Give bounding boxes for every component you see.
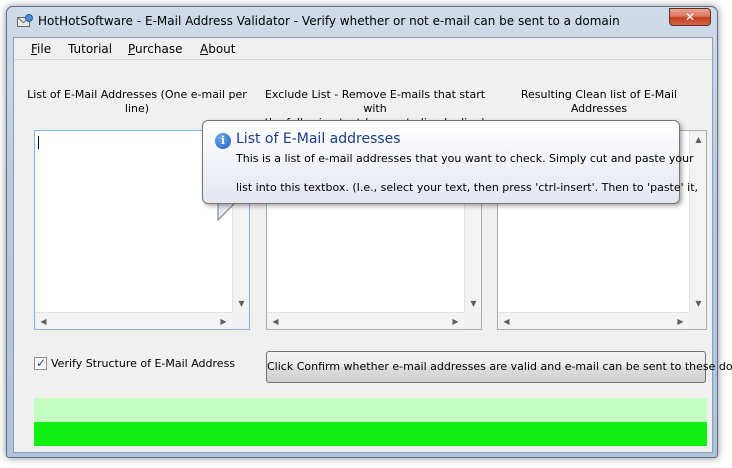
tooltip-title: List of E-Mail addresses (236, 131, 401, 147)
scroll-left-icon[interactable]: ◀ (35, 313, 52, 330)
tooltip-text-line1: This is a list of e-mail addresses that … (236, 152, 694, 165)
client-area: File Tutorial Purchase About List of E-M… (13, 37, 732, 453)
info-icon: i (215, 133, 231, 149)
status-strip (34, 398, 707, 422)
envelope-globe-icon (17, 14, 33, 27)
menu-file[interactable]: File (31, 42, 51, 56)
scroll-left-icon[interactable]: ◀ (267, 313, 284, 330)
exclude-list-label-line1: Exclude List - Remove E-mails that start… (264, 88, 486, 115)
title-bar[interactable]: HotHotSoftware - E-Mail Address Validato… (7, 7, 717, 35)
checkmark-icon: ✓ (36, 356, 47, 370)
close-button[interactable]: ✕ (669, 8, 711, 26)
horizontal-scrollbar[interactable]: ◀ ▶ (267, 312, 464, 329)
scroll-corner (232, 312, 249, 329)
scroll-right-icon[interactable]: ▶ (447, 313, 464, 330)
scroll-up-icon[interactable]: ▲ (690, 131, 707, 148)
scroll-corner (689, 312, 706, 329)
scroll-down-icon[interactable]: ▼ (233, 295, 250, 312)
text-caret (38, 136, 39, 149)
verify-structure-label[interactable]: Verify Structure of E-Mail Address (51, 357, 235, 370)
scroll-down-icon[interactable]: ▼ (690, 295, 707, 312)
app-window: HotHotSoftware - E-Mail Address Validato… (6, 6, 732, 458)
progress-bar (34, 422, 707, 446)
input-list-label: List of E-Mail Addresses (One e-mail per… (27, 88, 247, 115)
result-list-label: Resulting Clean list of E-Mail Addresses (520, 88, 678, 115)
horizontal-scrollbar[interactable]: ◀ ▶ (498, 312, 689, 329)
close-icon: ✕ (684, 10, 696, 24)
scroll-right-icon[interactable]: ▶ (672, 313, 689, 330)
menu-tutorial[interactable]: Tutorial (68, 42, 112, 56)
confirm-button[interactable]: Click Confirm whether e-mail addresses a… (266, 351, 732, 383)
tooltip-text-line2: list into this textbox. (I.e., select yo… (236, 181, 699, 194)
verify-structure-checkbox[interactable]: ✓ (34, 356, 47, 370)
window-title: HotHotSoftware - E-Mail Address Validato… (38, 14, 620, 28)
tooltip-pointer (217, 200, 238, 222)
scroll-corner (464, 312, 481, 329)
scroll-right-icon[interactable]: ▶ (215, 313, 232, 330)
help-tooltip: i List of E-Mail addresses This is a lis… (202, 120, 698, 204)
menu-bar: File Tutorial Purchase About (14, 38, 712, 60)
menu-about[interactable]: About (200, 42, 236, 56)
scroll-left-icon[interactable]: ◀ (498, 313, 515, 330)
horizontal-scrollbar[interactable]: ◀ ▶ (35, 312, 232, 329)
menu-purchase[interactable]: Purchase (128, 42, 183, 56)
scroll-down-icon[interactable]: ▼ (465, 295, 482, 312)
